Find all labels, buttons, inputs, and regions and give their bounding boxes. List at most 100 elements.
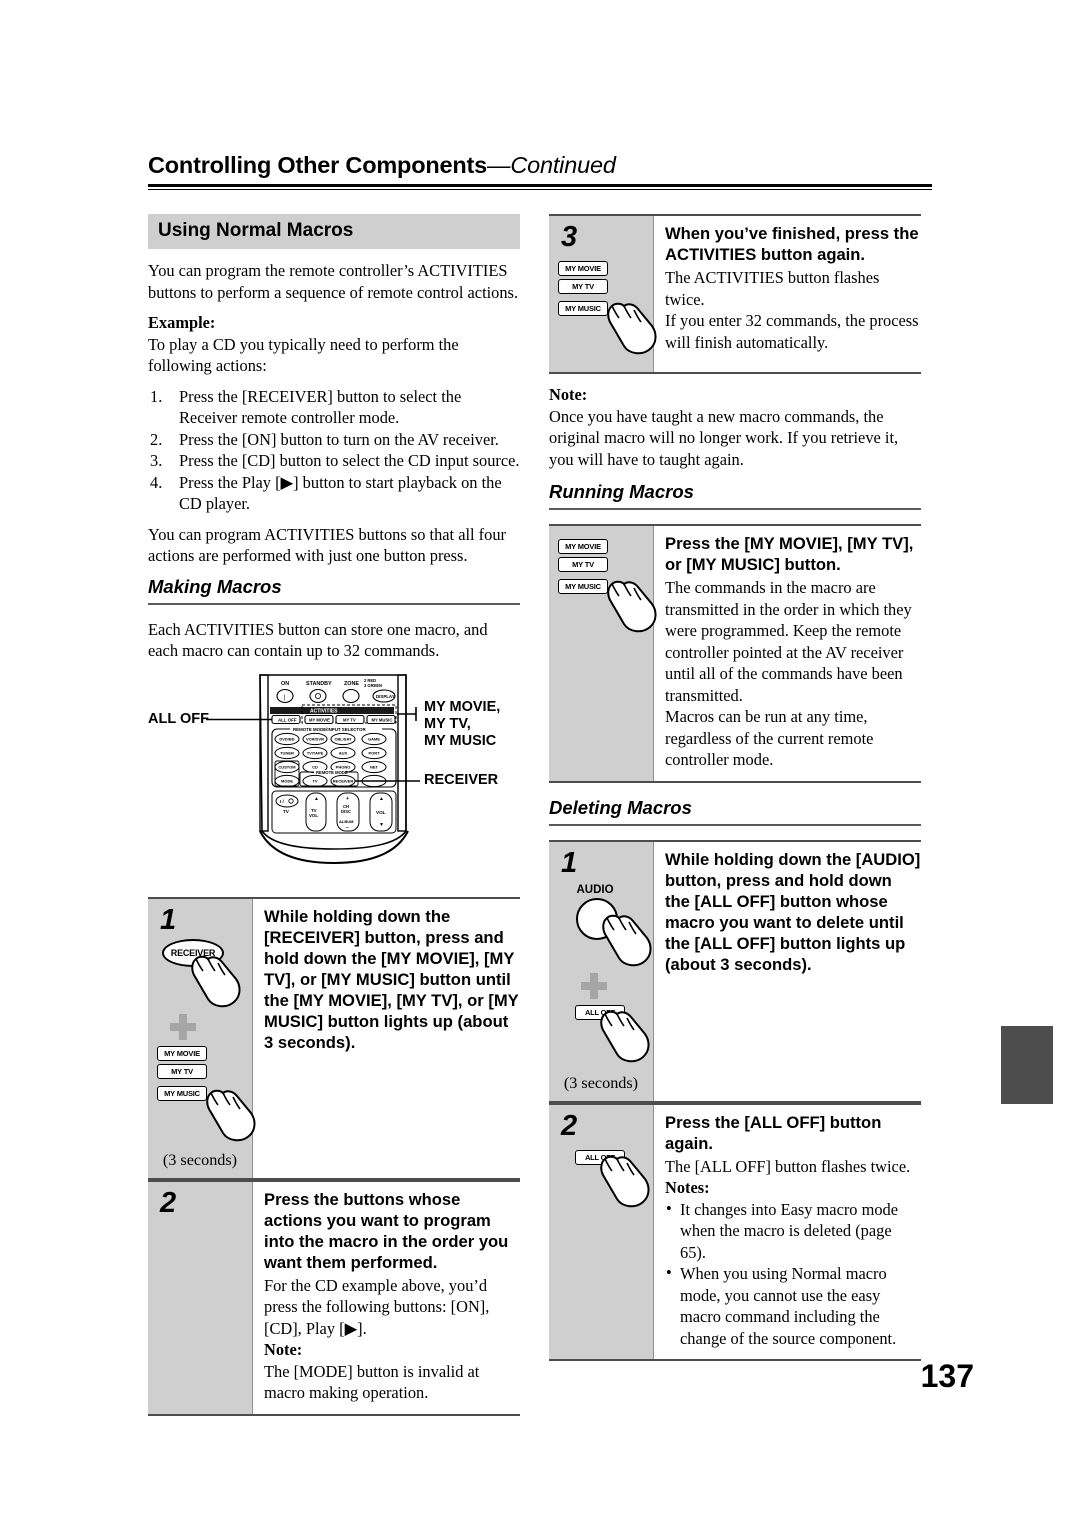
- activity-keys-row-1: MY MOVIE MY TV: [558, 536, 653, 572]
- step-number: 3: [561, 221, 578, 253]
- list-item: 3. Press the [CD] button to select the CD…: [148, 450, 520, 472]
- svg-text:▼: ▼: [379, 822, 384, 828]
- audio-key: [576, 897, 618, 940]
- audio-key-label: AUDIO: [576, 883, 614, 896]
- step-duration-label: (3 seconds): [563, 1073, 639, 1092]
- note-label: Note:: [549, 385, 588, 404]
- svg-text:VOL: VOL: [376, 810, 386, 815]
- svg-text:MY MUSIC: MY MUSIC: [372, 717, 393, 722]
- svg-text:AUX: AUX: [339, 750, 348, 755]
- subsection-title-deleting-macros: Deleting Macros: [549, 796, 692, 818]
- svg-text:ZONE: ZONE: [344, 681, 359, 687]
- svg-text:VOL: VOL: [309, 813, 318, 818]
- page-number: 137: [920, 1358, 974, 1394]
- my-tv-key: MY TV: [157, 1063, 207, 1079]
- making-macros-body: Each ACTIVITIES button can store one mac…: [148, 619, 488, 661]
- step-illustration-gutter: 3 MY MOVIE MY TV MY MUSIC: [549, 216, 657, 372]
- list-item: 1. Press the [RECEIVER] button to select …: [148, 386, 520, 429]
- step-body-1: The ACTIVITIES button flashes twice.: [665, 268, 880, 309]
- page-header: Controlling Other Components—Continued: [148, 152, 932, 190]
- example-lead: To play a CD you typically need to perfo…: [148, 334, 459, 376]
- deleting-macros-step-2: 2 ALL OFF Press the [ALL OFF] button aga…: [549, 1102, 921, 1361]
- svg-text:TV/TAPE: TV/TAPE: [307, 750, 324, 755]
- my-tv-key: MY TV: [558, 279, 608, 294]
- list-text: Press the [CD] button to select the CD i…: [179, 451, 520, 470]
- svg-text:MY TV: MY TV: [343, 717, 356, 722]
- step-content: Press the buttons whose actions you want…: [252, 1181, 520, 1414]
- my-tv-key: MY TV: [558, 557, 608, 572]
- note-label: Note:: [264, 1340, 303, 1359]
- svg-text:VCR/DVR: VCR/DVR: [306, 736, 324, 741]
- step-illustration-gutter: 1 RECEIVER MY MOVIE MY TV MY MUSIC (3 se…: [148, 898, 256, 1178]
- callout-my-movie: MY MOVIE,: [424, 698, 501, 715]
- page-title-main: Controlling Other Components: [148, 152, 488, 178]
- svg-text:TUNER: TUNER: [280, 750, 294, 755]
- svg-text:MODE: MODE: [281, 778, 293, 783]
- remote-control-figure: ON STANDBY ZONE 2 RED 3 GREEN | DISPLAY …: [148, 671, 520, 889]
- step-content: While holding down the [RECEIVER] button…: [252, 898, 520, 1178]
- step-number: 2: [160, 1186, 177, 1219]
- subsection-title-making-macros: Making Macros: [148, 575, 282, 597]
- callout-my-music: MY MUSIC: [424, 732, 497, 749]
- step-illustration-gutter: 2: [148, 1181, 252, 1414]
- header-divider: [148, 184, 932, 190]
- svg-text:DVD/BD: DVD/BD: [279, 736, 294, 741]
- right-column: 3 MY MOVIE MY TV MY MUSIC When you’ve fi…: [549, 214, 921, 1361]
- closing-paragraph: You can program ACTIVITIES buttons so th…: [148, 524, 506, 566]
- step-body: The [ALL OFF] button flashes twice.: [665, 1156, 911, 1176]
- my-music-key: MY MUSIC: [558, 301, 608, 316]
- svg-text:PORT: PORT: [368, 750, 380, 755]
- subsection-divider: [148, 602, 520, 605]
- list-number: 4.: [150, 472, 163, 492]
- plus-symbol: [170, 1013, 196, 1040]
- activity-keys-row-2: MY MUSIC: [558, 298, 657, 364]
- step-body-2: If you enter 32 commands, the process wi…: [665, 311, 919, 352]
- svg-text:CD: CD: [312, 764, 318, 769]
- making-macros-step-3: 3 MY MOVIE MY TV MY MUSIC When you’ve fi…: [549, 214, 921, 374]
- example-step-list: 1. Press the [RECEIVER] button to select …: [148, 386, 520, 515]
- callout-receiver: RECEIVER: [424, 771, 499, 788]
- list-item: • It changes into Easy macro mode when th…: [665, 1199, 921, 1264]
- svg-text:REMOTE MODE/INPUT SELECTOR: REMOTE MODE/INPUT SELECTOR: [293, 727, 366, 732]
- step-content: Press the [MY MOVIE], [MY TV], or [MY MU…: [653, 526, 921, 781]
- step-illustration-gutter: 2 ALL OFF: [549, 1104, 653, 1359]
- notes-label: Notes:: [665, 1178, 710, 1197]
- svg-text:TV: TV: [312, 778, 317, 783]
- svg-text:PHONO: PHONO: [336, 764, 351, 769]
- svg-text:▲: ▲: [379, 796, 384, 802]
- left-column: Using Normal Macros You can program the …: [148, 214, 520, 1416]
- deleting-macros-step-1: 1 AUDIO ALL OFF (3 seconds) While holdin…: [549, 839, 921, 1103]
- page-title: Controlling Other Components—Continued: [148, 152, 932, 179]
- svg-text:ALBUM: ALBUM: [339, 819, 354, 824]
- list-item: 2. Press the [ON] button to turn on the A…: [148, 429, 520, 451]
- step-duration-label: (3 seconds): [162, 1150, 238, 1169]
- thumb-index-tab: [1001, 1026, 1053, 1104]
- svg-text:ON: ON: [281, 681, 289, 687]
- pointing-hand-icon: [607, 580, 657, 633]
- svg-text:TV: TV: [283, 809, 290, 814]
- my-music-key: MY MUSIC: [558, 579, 608, 594]
- svg-text:GAME: GAME: [368, 736, 380, 741]
- step-heading: Press the [ALL OFF] button again.: [665, 1112, 882, 1153]
- step-body-2: Macros can be run at any time, regardles…: [665, 707, 874, 769]
- subsection-title-running-macros: Running Macros: [549, 481, 694, 502]
- step-number: 2: [561, 1109, 578, 1142]
- manual-page: Controlling Other Components—Continued U…: [0, 0, 1080, 1528]
- svg-text:STANDBY: STANDBY: [306, 681, 332, 687]
- list-item: • When you using Normal macro mode, you c…: [665, 1263, 921, 1349]
- step-heading: Press the [MY MOVIE], [MY TV], or [MY MU…: [665, 534, 914, 574]
- running-macros-step: MY MOVIE MY TV MY MUSIC Press the [MY MO…: [549, 524, 921, 783]
- my-movie-key: MY MOVIE: [558, 539, 608, 554]
- making-macros-step-1: 1 RECEIVER MY MOVIE MY TV MY MUSIC (3 se…: [148, 896, 520, 1180]
- svg-text:▲: ▲: [314, 796, 319, 802]
- svg-text:ALL OFF: ALL OFF: [278, 717, 297, 722]
- note-body: The [MODE] button is invalid at macro ma…: [264, 1361, 480, 1403]
- list-number: 1.: [150, 386, 163, 406]
- svg-text:REMOTE MODE: REMOTE MODE: [316, 770, 348, 775]
- svg-text:+: +: [346, 796, 349, 802]
- svg-text:CBL/SAT: CBL/SAT: [334, 736, 352, 741]
- list-text: Press the Play [▶] button to start playb…: [179, 472, 502, 514]
- section-title-using-normal-macros: Using Normal Macros: [148, 214, 520, 249]
- svg-text:NET: NET: [370, 764, 379, 769]
- step-number: 1: [561, 846, 578, 879]
